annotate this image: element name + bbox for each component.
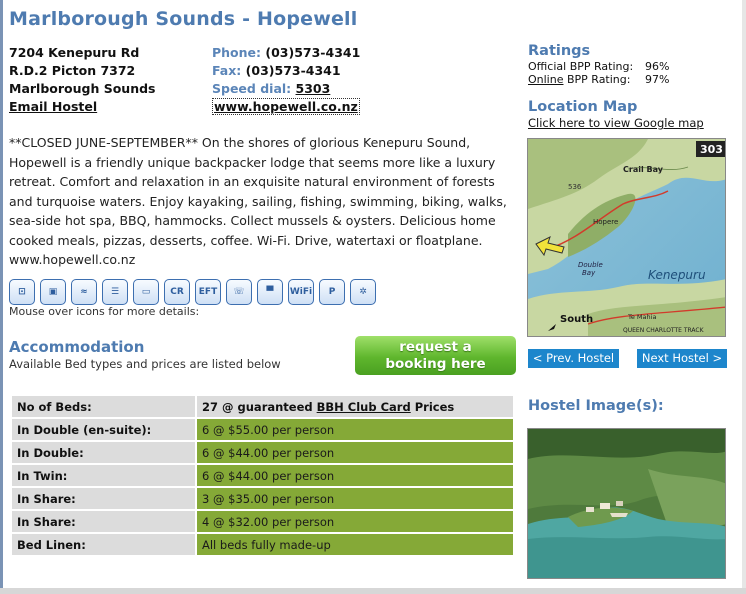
location-map-heading: Location Map <box>528 99 638 115</box>
online-rating-label: BPP Rating: <box>563 73 631 86</box>
online-rating-link[interactable]: Online <box>528 73 563 86</box>
address-line-3: Marlborough Sounds <box>9 81 156 96</box>
contact-block: Phone: (03)573-4341 Fax: (03)573-4341 Sp… <box>212 44 360 116</box>
location-map[interactable]: 303 Crail Bay Hopere Double Bay Kenepuru… <box>527 138 726 337</box>
table-row: In Double: 6 @ $44.00 per person <box>12 442 513 463</box>
table-row: In Share: 3 @ $35.00 per person <box>12 488 513 509</box>
table-header-row: No of Beds: 27 @ guaranteed BBH Club Car… <box>12 396 513 417</box>
table-row: In Double (en-suite): 6 @ $55.00 per pers… <box>12 419 513 440</box>
speed-dial-label: Speed dial: <box>212 81 292 96</box>
table-row: Bed Linen: All beds fully made-up <box>12 534 513 555</box>
online-rating-value: 97% <box>645 73 670 86</box>
bed-type-label: In Double (en-suite): <box>12 419 195 440</box>
bed-price-value: 3 @ $35.00 per person <box>197 488 513 509</box>
table-row: In Twin: 6 @ $44.00 per person <box>12 465 513 486</box>
bbh-club-card-link[interactable]: BBH Club Card <box>317 400 411 414</box>
request-booking-button[interactable]: request a booking here <box>355 336 516 375</box>
parking-icon[interactable]: P <box>319 279 345 305</box>
svg-text:Crail Bay: Crail Bay <box>623 165 664 174</box>
beds-prices-text: Prices <box>410 399 455 414</box>
table-row: In Share: 4 @ $32.00 per person <box>12 511 513 532</box>
eftpos-icon[interactable]: EFT <box>195 279 221 305</box>
facility-icons-row: ⊡ ▣ ≈ ☰ ▭ CR EFT ☏ ▀ WiFi P ✲ <box>9 279 376 305</box>
google-map-link[interactable]: Click here to view Google map <box>528 116 704 130</box>
svg-text:Te Mahia: Te Mahia <box>627 313 656 321</box>
official-rating-value: 96% <box>645 60 670 73</box>
hostel-images-heading: Hostel Image(s): <box>528 398 664 414</box>
fax-label: Fax: <box>212 63 242 78</box>
svg-text:Kenepuru: Kenepuru <box>648 268 706 282</box>
bed-price-value: 6 @ $44.00 per person <box>197 442 513 463</box>
beds-count-value: 27 @ guaranteed BBH Club Card Prices <box>197 396 513 417</box>
page-left-border <box>0 0 3 594</box>
address-line-2: R.D.2 Picton 7372 <box>9 63 136 78</box>
hostel-photo-graphic <box>528 429 725 578</box>
next-hostel-button[interactable]: Next Hostel > <box>637 349 727 368</box>
page-right-border <box>742 0 746 594</box>
wifi-icon[interactable]: WiFi <box>288 279 314 305</box>
svg-text:Double: Double <box>578 261 603 269</box>
hostel-description: **CLOSED JUNE-SEPTEMBER** On the shores … <box>9 135 507 267</box>
speed-dial-number: 5303 <box>295 81 331 96</box>
bed-prices-table: No of Beds: 27 @ guaranteed BBH Club Car… <box>10 394 515 557</box>
beds-count-text: 27 @ guaranteed <box>202 399 317 414</box>
svg-text:Bay: Bay <box>582 269 596 277</box>
svg-text:Hopere: Hopere <box>593 218 618 226</box>
address-line-1: 7204 Kenepuru Rd <box>9 45 140 60</box>
bed-price-value: 4 @ $32.00 per person <box>197 511 513 532</box>
website-link[interactable]: www.hopewell.co.nz <box>212 98 360 115</box>
accommodation-subtext: Available Bed types and prices are liste… <box>9 357 281 371</box>
bed-type-label: Bed Linen: <box>12 534 195 555</box>
svg-text:536: 536 <box>568 183 582 191</box>
svg-text:303: 303 <box>700 143 723 156</box>
svg-text:QUEEN CHARLOTTE TRACK: QUEEN CHARLOTTE TRACK <box>623 327 705 334</box>
prev-hostel-button[interactable]: < Prev. Hostel <box>528 349 619 368</box>
official-rating-label: Official BPP Rating: <box>528 60 634 73</box>
map-graphic: 303 Crail Bay Hopere Double Bay Kenepuru… <box>528 139 725 336</box>
bed-price-value: 6 @ $44.00 per person <box>197 465 513 486</box>
page-title: Marlborough Sounds - Hopewell <box>9 8 358 30</box>
hostel-photo[interactable] <box>527 428 726 579</box>
kitchen-icon[interactable]: ▭ <box>133 279 159 305</box>
bed-type-label: In Twin: <box>12 465 195 486</box>
online-rating-row: Online BPP Rating: 97% <box>528 73 669 86</box>
bed-type-label: In Share: <box>12 488 195 509</box>
computer-icon[interactable]: ▀ <box>257 279 283 305</box>
bed-price-value: All beds fully made-up <box>197 534 513 555</box>
fax-number: (03)573-4341 <box>245 63 341 78</box>
page-bottom-border <box>0 588 746 594</box>
phone-icon[interactable]: ☏ <box>226 279 252 305</box>
bed-price-value: 6 @ $55.00 per person <box>197 419 513 440</box>
svg-text:South: South <box>560 314 593 325</box>
accommodation-heading: Accommodation <box>9 338 145 356</box>
phone-number: (03)573-4341 <box>265 45 361 60</box>
official-rating-row: Official BPP Rating: 96% <box>528 60 669 73</box>
booking-button-line-1: request a <box>399 339 472 355</box>
double-room-icon[interactable]: ⊡ <box>9 279 35 305</box>
heating-icon[interactable]: ✲ <box>350 279 376 305</box>
linen-icon[interactable]: ☰ <box>102 279 128 305</box>
phone-label: Phone: <box>212 45 262 60</box>
beds-count-label: No of Beds: <box>12 396 195 417</box>
ratings-heading: Ratings <box>528 43 591 59</box>
single-room-icon[interactable]: ▣ <box>40 279 66 305</box>
bed-type-label: In Double: <box>12 442 195 463</box>
email-hostel-link[interactable]: Email Hostel <box>9 99 97 114</box>
towel-icon[interactable]: ≈ <box>71 279 97 305</box>
credit-card-icon[interactable]: CR <box>164 279 190 305</box>
booking-button-line-2: booking here <box>385 356 486 372</box>
address-block: 7204 Kenepuru Rd R.D.2 Picton 7372 Marlb… <box>9 44 155 116</box>
bed-type-label: In Share: <box>12 511 195 532</box>
icons-note: Mouse over icons for more details: <box>9 305 200 318</box>
